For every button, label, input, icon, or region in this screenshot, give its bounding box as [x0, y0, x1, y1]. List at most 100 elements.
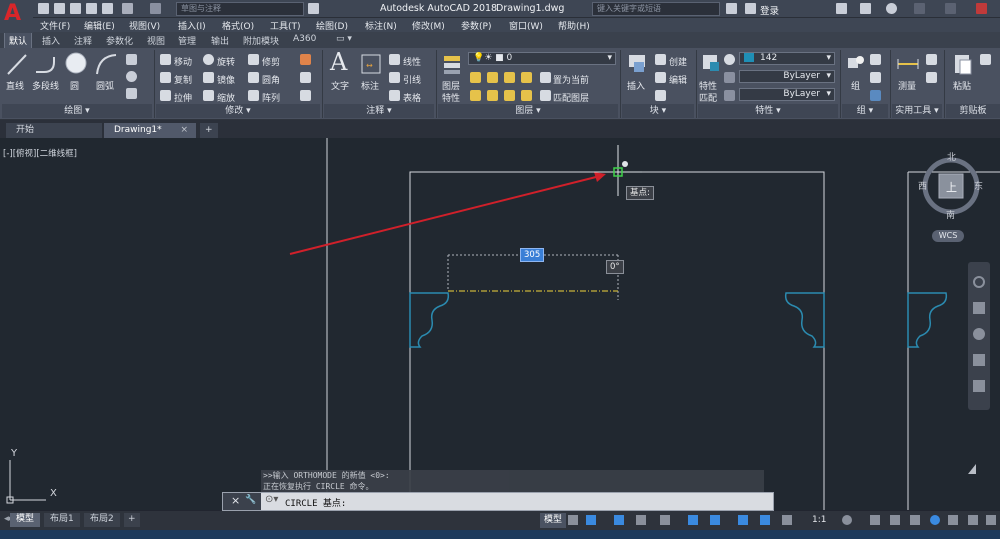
mirror-icon[interactable]: [203, 72, 214, 83]
search-input[interactable]: 键入关键字或短语: [592, 2, 720, 16]
quick-properties-icon[interactable]: [910, 515, 920, 525]
close-icon[interactable]: [976, 3, 987, 14]
open-icon[interactable]: [54, 3, 65, 14]
layout-tab-model[interactable]: 模型: [10, 513, 41, 527]
circle-tool-label[interactable]: 圆: [70, 79, 79, 92]
isolate-icon[interactable]: [930, 515, 940, 525]
ortho-icon[interactable]: [614, 515, 624, 525]
insert-block-label[interactable]: 插入: [627, 79, 645, 92]
annotation-scale[interactable]: 1:1: [812, 515, 826, 525]
move-icon[interactable]: [160, 54, 171, 65]
tab-drawing1[interactable]: Drawing1* ×: [104, 123, 196, 138]
tab-annotate[interactable]: 注释: [74, 34, 92, 47]
annotation-monitor-icon[interactable]: [870, 515, 880, 525]
tab-a360[interactable]: A360: [293, 34, 316, 44]
drawing-canvas[interactable]: [-][俯视][二维线框] Y X 基点: 305 0° 北 南 西 东 上 W…: [0, 138, 1000, 510]
ungroup-icon[interactable]: [870, 54, 881, 65]
create-block-label[interactable]: 创建: [669, 55, 687, 68]
dimension-tool-icon[interactable]: ↔: [360, 53, 382, 77]
rotate-label[interactable]: 旋转: [217, 55, 235, 68]
close-tab-icon[interactable]: ×: [180, 123, 188, 137]
help-icon[interactable]: [886, 3, 897, 14]
saveas-icon[interactable]: [86, 3, 97, 14]
annotation-panel-title[interactable]: 注释 ▾: [324, 104, 434, 118]
snap-icon[interactable]: [586, 515, 596, 525]
plot-icon[interactable]: [102, 3, 113, 14]
draw-panel-title[interactable]: 绘图 ▾: [2, 104, 152, 118]
leader-icon[interactable]: [389, 72, 400, 83]
clipboard-panel-title[interactable]: 剪贴板: [946, 104, 1000, 118]
save-icon[interactable]: [70, 3, 81, 14]
match-layer-label[interactable]: 匹配图层: [553, 91, 589, 104]
paste-label[interactable]: 粘贴: [953, 79, 971, 92]
stretch-icon[interactable]: [160, 90, 171, 101]
command-input[interactable]: CIRCLE 基点:: [285, 496, 346, 509]
tab-addins[interactable]: 附加模块: [243, 34, 279, 47]
offset-icon[interactable]: [300, 90, 311, 101]
fillet-label[interactable]: 圆角: [262, 73, 280, 86]
menu-format[interactable]: 格式(O): [222, 19, 254, 32]
copy-icon[interactable]: [160, 72, 171, 83]
edit-block-label[interactable]: 编辑: [669, 73, 687, 86]
connect-icon[interactable]: [860, 3, 871, 14]
text-tool-label[interactable]: 文字: [331, 79, 349, 92]
utilities-panel-title[interactable]: 实用工具 ▾: [892, 104, 942, 118]
menu-window[interactable]: 窗口(W): [509, 19, 543, 32]
minimize-icon[interactable]: [914, 3, 925, 14]
layout-tab-1[interactable]: 布局1: [44, 513, 80, 527]
copy-label[interactable]: 复制: [174, 73, 192, 86]
fillet-icon[interactable]: [248, 72, 259, 83]
steering-wheel-icon[interactable]: [973, 276, 985, 288]
layer-tool-icon[interactable]: [504, 90, 515, 101]
layer-tool-icon[interactable]: [487, 90, 498, 101]
share-icon[interactable]: [308, 3, 319, 14]
utility-icon[interactable]: [926, 54, 937, 65]
scale-label[interactable]: 缩放: [217, 91, 235, 104]
command-line[interactable]: × 🔧 ⊙▾ CIRCLE 基点:: [222, 492, 774, 511]
workspace-gear-icon[interactable]: [842, 515, 852, 525]
showmotion-icon[interactable]: [973, 380, 985, 392]
measure-icon[interactable]: [896, 54, 920, 74]
rotate-icon[interactable]: [203, 54, 214, 65]
layer-tool-icon[interactable]: [470, 72, 481, 83]
polar-icon[interactable]: [636, 515, 646, 525]
tab-view[interactable]: 视图: [147, 34, 165, 47]
pan-icon[interactable]: [973, 302, 985, 314]
workspace-select[interactable]: 草图与注释: [176, 2, 304, 16]
match-layer-icon[interactable]: [540, 90, 551, 101]
insert-block-icon[interactable]: [626, 52, 648, 76]
menu-parametric[interactable]: 参数(P): [461, 19, 491, 32]
layer-tool-icon[interactable]: [521, 90, 532, 101]
viewcube-east[interactable]: 东: [974, 179, 983, 192]
match-properties-icon[interactable]: [700, 52, 722, 76]
ribbon-options-icon[interactable]: ▭ ▾: [336, 34, 352, 44]
menu-tools[interactable]: 工具(T): [270, 19, 301, 32]
lineweight-toggle-icon[interactable]: [738, 515, 748, 525]
linear-dim-label[interactable]: 线性: [403, 55, 421, 68]
orbit-icon[interactable]: [973, 354, 985, 366]
match-properties-label-2[interactable]: 匹配: [699, 91, 717, 104]
arc-tool-label[interactable]: 圆弧: [96, 79, 114, 92]
scale-icon[interactable]: [203, 90, 214, 101]
linear-dim-icon[interactable]: [389, 54, 400, 65]
region-icon[interactable]: [126, 88, 137, 99]
leader-label[interactable]: 引线: [403, 73, 421, 86]
circle-tool-icon[interactable]: [64, 51, 88, 75]
model-space-button[interactable]: 模型: [540, 513, 567, 528]
hardware-accel-icon[interactable]: [948, 515, 958, 525]
search-icon[interactable]: [726, 3, 737, 14]
arc-tool-icon[interactable]: [94, 52, 118, 78]
lineweight-select[interactable]: ByLayer ▾: [739, 88, 835, 101]
tab-start[interactable]: 开始: [6, 123, 102, 138]
transparency-icon[interactable]: [760, 515, 770, 525]
tab-output[interactable]: 输出: [211, 34, 229, 47]
array-label[interactable]: 阵列: [262, 91, 280, 104]
rectangle-icon[interactable]: [126, 54, 137, 65]
layer-select[interactable]: 💡☀ ■ 0 ▾: [468, 52, 616, 65]
viewcube-south[interactable]: 南: [946, 208, 955, 221]
application-menu-button[interactable]: A: [0, 0, 33, 33]
group-select-icon[interactable]: [870, 90, 881, 101]
menu-dimension[interactable]: 标注(N): [365, 19, 397, 32]
group-icon[interactable]: [845, 52, 867, 76]
properties-panel-title[interactable]: 特性 ▾: [698, 104, 838, 118]
